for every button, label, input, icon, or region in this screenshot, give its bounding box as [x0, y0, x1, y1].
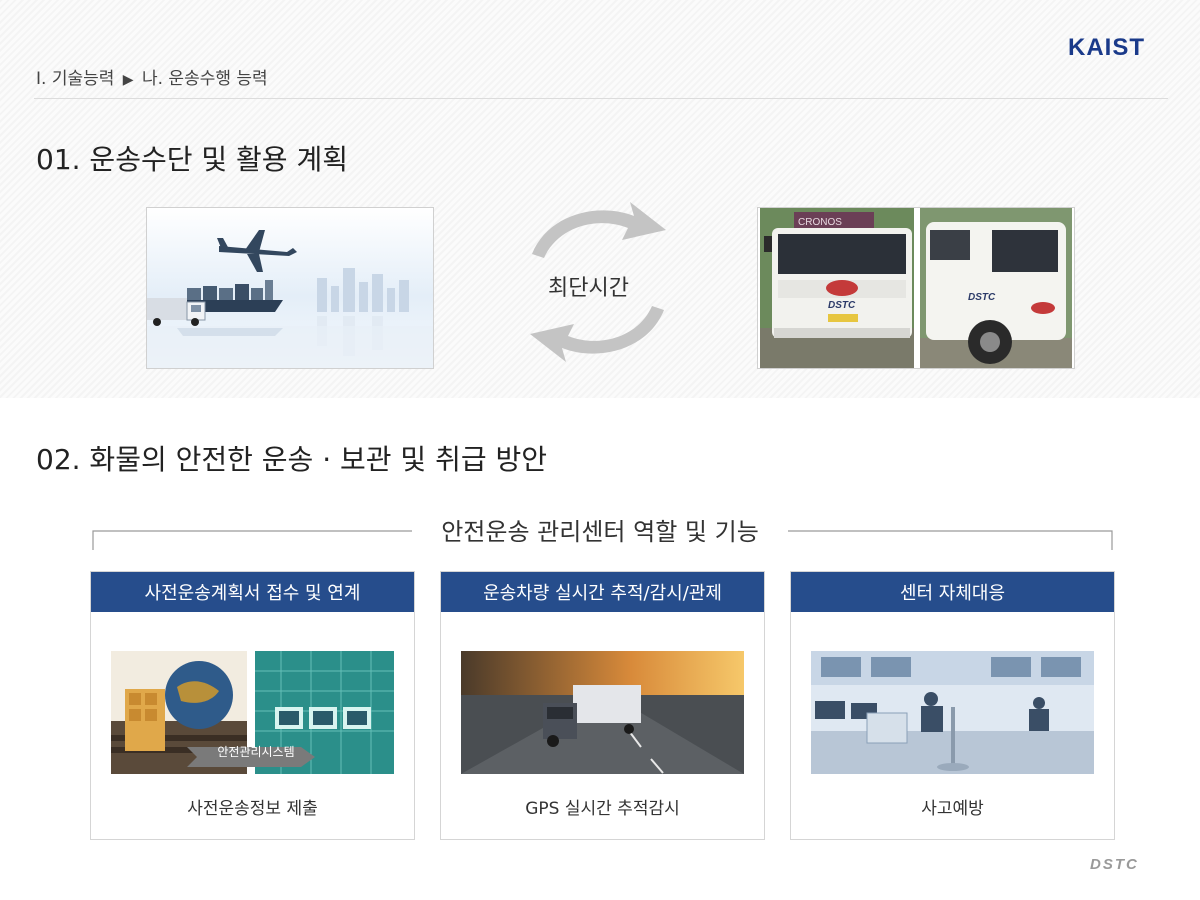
- card-header: 운송차량 실시간 추적/감시/관제: [441, 572, 764, 612]
- section2-title: 02. 화물의 안전한 운송 · 보관 및 취급 방안: [36, 443, 548, 476]
- control-room-illustration: [811, 651, 1094, 774]
- truck-door-logo: DSTC: [968, 292, 996, 303]
- section1-title: 01. 운송수단 및 활용 계획: [36, 143, 348, 176]
- card-header: 사전운송계획서 접수 및 연계: [91, 572, 414, 612]
- truck-side-photo: DSTC: [920, 208, 1072, 368]
- card-image-safety-system: 안전관리시스템: [111, 651, 394, 774]
- dstc-logo: DSTC: [1090, 856, 1139, 873]
- card-image-highway-truck: [461, 651, 744, 774]
- card-caption: 사전운송정보 제출: [187, 799, 318, 819]
- breadcrumb: Ⅰ. 기술능력 ▶ 나. 운송수행 능력: [36, 64, 268, 89]
- truck-top-sign: CRONOS: [798, 217, 842, 228]
- truck-front-photo: CRONOS DSTC: [760, 208, 914, 368]
- card-pre-transport-plan: 사전운송계획서 접수 및 연계 안전관리시스템 사전운송정보 제출: [90, 571, 415, 840]
- card-center-response: 센터 자체대응 사고예방: [790, 571, 1115, 840]
- breadcrumb-separator-icon: ▶: [122, 72, 134, 88]
- cycle-label: 최단시간: [548, 276, 629, 301]
- breadcrumb-part1: Ⅰ. 기술능력: [36, 69, 115, 89]
- card-caption: GPS 실시간 추적감시: [525, 799, 680, 819]
- card-caption: 사고예방: [921, 799, 984, 819]
- truck-plate-logo: DSTC: [828, 300, 856, 311]
- card-header: 센터 자체대응: [791, 572, 1114, 612]
- safety-system-label: 안전관리시스템: [217, 745, 295, 759]
- card-vehicle-tracking: 운송차량 실시간 추적/감시/관제 GPS 실시간 추적감시: [440, 571, 765, 840]
- highway-truck-illustration: [461, 651, 744, 774]
- breadcrumb-part2: 나. 운송수행 능력: [141, 69, 268, 89]
- card-image-control-room: [811, 651, 1094, 774]
- transport-modes-photo: [146, 207, 434, 369]
- bracket-title: 안전운송 관리센터 역할 및 기능: [412, 512, 788, 547]
- trucks-photo: CRONOS DSTC DSTC: [757, 207, 1075, 369]
- trucks-illustration: CRONOS DSTC DSTC: [758, 208, 1074, 368]
- header-divider: [34, 98, 1168, 99]
- transport-modes-illustration: [147, 208, 433, 368]
- kaist-logo: KAIST: [1068, 34, 1145, 61]
